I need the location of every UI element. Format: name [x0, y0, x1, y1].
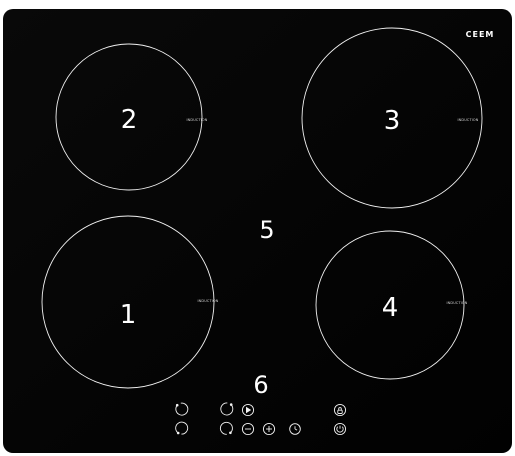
zone-number-3: 3	[384, 106, 401, 136]
zone-number-4: 4	[382, 293, 399, 323]
control-callout-label: 6	[253, 371, 268, 399]
zone-label-4: INDUCTION	[446, 301, 467, 305]
zone-select-dot-icon	[175, 403, 179, 407]
cooktop-svg: CEEM 2 INDUCTION 3 INDUCTION 1 INDUCTION…	[3, 9, 512, 453]
zone-select-dot-icon	[229, 403, 233, 406]
brand-logo: CEEM	[466, 30, 495, 39]
zone-number-2: 2	[121, 105, 138, 135]
zone-select-dot-icon	[176, 431, 180, 435]
cooktop-panel: CEEM 2 INDUCTION 3 INDUCTION 1 INDUCTION…	[0, 0, 515, 456]
center-callout-label: 5	[259, 216, 274, 244]
zone-number-1: 1	[120, 300, 137, 330]
zone-label-2: INDUCTION	[186, 118, 207, 122]
zone-label-1: INDUCTION	[197, 299, 218, 303]
zone-select-dot-icon	[229, 431, 232, 435]
zone-label-3: INDUCTION	[457, 118, 478, 122]
